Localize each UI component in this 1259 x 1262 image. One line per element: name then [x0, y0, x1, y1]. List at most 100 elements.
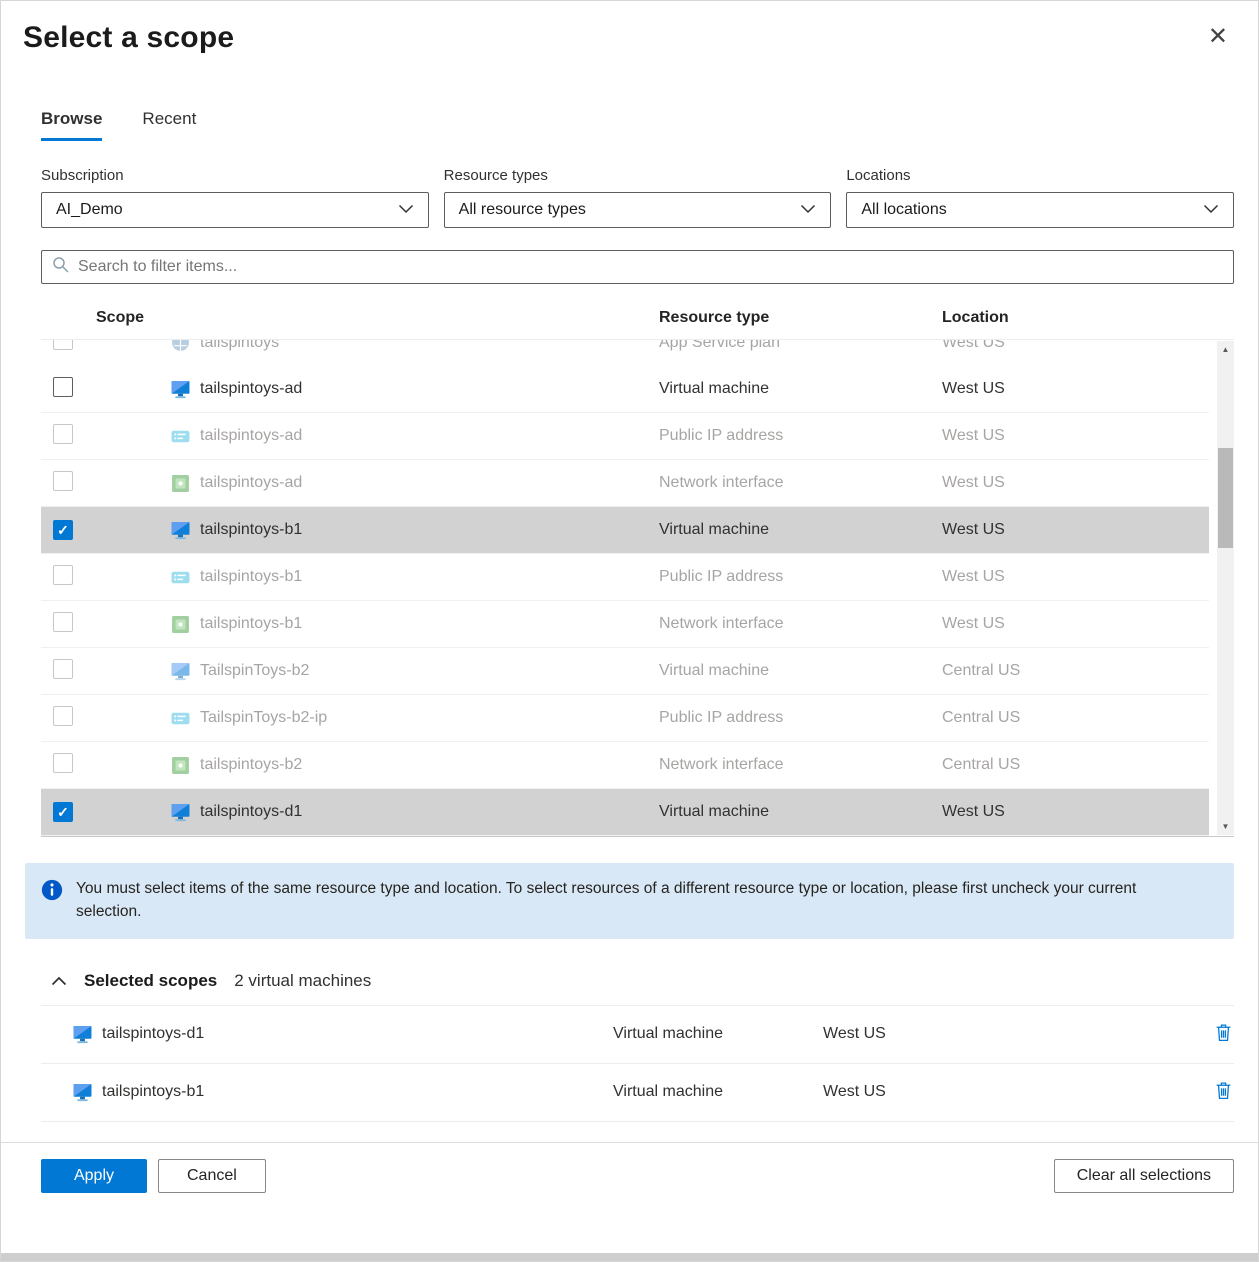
column-header-location: Location: [942, 309, 1234, 327]
column-header-scope: Scope: [41, 309, 659, 327]
table-row[interactable]: ✓ tailspintoys-b1 Public IP address West…: [41, 554, 1209, 601]
table-row[interactable]: ✓ tailspintoys-b1 Network interface West…: [41, 601, 1209, 648]
selected-scopes-header: Selected scopes 2 virtual machines: [49, 971, 1234, 991]
row-checkbox[interactable]: ✓: [53, 340, 73, 350]
scope-cell: tailspintoys-ad: [171, 427, 659, 446]
table-row[interactable]: ✓ TailspinToys-b2-ip Public IP address C…: [41, 695, 1209, 742]
row-checkbox[interactable]: ✓: [53, 471, 73, 491]
subscription-dropdown[interactable]: AI_Demo: [41, 192, 429, 228]
public-ip-address-icon: [171, 568, 190, 587]
scrollbar-up-arrow[interactable]: ▲: [1217, 341, 1234, 358]
checkbox-cell: ✓: [41, 802, 171, 822]
location-cell: West US: [942, 803, 1209, 821]
dialog-header: Select a scope ✕: [1, 1, 1258, 55]
checkbox-cell: ✓: [41, 612, 171, 637]
table-row[interactable]: ✓ tailspintoys-d1 Virtual machine West U…: [41, 789, 1209, 836]
resource-type-cell: Network interface: [659, 615, 942, 633]
table-scrollbar[interactable]: ▲ ▼: [1217, 341, 1234, 835]
search-box[interactable]: [41, 250, 1234, 284]
apply-button[interactable]: Apply: [41, 1159, 147, 1193]
locations-filter: Locations All locations: [846, 167, 1234, 228]
scope-name: tailspintoys-d1: [200, 803, 302, 821]
row-checkbox[interactable]: ✓: [53, 565, 73, 585]
scope-name: TailspinToys-b2-ip: [200, 709, 327, 727]
selected-scope-row: tailspintoys-d1 Virtual machine West US: [41, 1006, 1234, 1064]
table-row[interactable]: ✓ tailspintoys-ad Public IP address West…: [41, 413, 1209, 460]
location-cell: Central US: [942, 662, 1209, 680]
scope-cell: tailspintoys: [171, 340, 659, 352]
resource-type-cell: Public IP address: [659, 568, 942, 586]
info-banner-text: You must select items of the same resour…: [76, 878, 1206, 924]
subscription-label: Subscription: [41, 167, 429, 184]
table-row[interactable]: ✓ tailspintoys-ad Virtual machine West U…: [41, 366, 1209, 413]
delete-icon[interactable]: [1213, 1021, 1234, 1047]
close-icon[interactable]: ✕: [1208, 25, 1228, 49]
checkbox-cell: ✓: [41, 424, 171, 449]
selected-scope-name: tailspintoys-d1: [102, 1025, 204, 1043]
row-checkbox[interactable]: ✓: [53, 377, 73, 397]
table-row[interactable]: ✓ tailspintoys-b1 Virtual machine West U…: [41, 507, 1209, 554]
location-cell: West US: [942, 568, 1209, 586]
scope-name: tailspintoys: [200, 340, 279, 352]
virtual-machine-icon: [73, 1025, 92, 1044]
row-checkbox[interactable]: ✓: [53, 753, 73, 773]
tab-recent[interactable]: Recent: [142, 109, 196, 141]
scope-cell: tailspintoys-b1: [171, 521, 659, 540]
app-service-plan-icon: [171, 340, 190, 352]
search-icon: [52, 256, 69, 278]
chevron-up-icon[interactable]: [49, 974, 69, 988]
resource-types-label: Resource types: [444, 167, 832, 184]
scope-name: tailspintoys-b2: [200, 756, 302, 774]
scrollbar-thumb[interactable]: [1218, 448, 1233, 548]
tab-bar: Browse Recent: [41, 109, 1258, 141]
resource-type-cell: Public IP address: [659, 427, 942, 445]
scope-table-body: ✓ tailspintoys-ad Virtual machine West U…: [41, 366, 1209, 836]
row-checkbox[interactable]: ✓: [53, 520, 73, 540]
cancel-button[interactable]: Cancel: [158, 1159, 266, 1193]
checkbox-cell: ✓: [41, 340, 171, 355]
checkbox-cell: ✓: [41, 377, 171, 402]
page-bottom-scrollbar[interactable]: [1, 1253, 1258, 1261]
table-row[interactable]: ✓ tailspintoys-ad Network interface West…: [41, 460, 1209, 507]
info-icon: [41, 879, 63, 906]
scope-name: TailspinToys-b2: [200, 662, 309, 680]
table-header: Scope Resource type Location: [41, 296, 1234, 340]
table-row[interactable]: ✓ tailspintoys App Service plan West US: [41, 340, 1209, 366]
selected-scope-row: tailspintoys-b1 Virtual machine West US: [41, 1064, 1234, 1122]
search-input[interactable]: [78, 258, 1223, 276]
tab-browse[interactable]: Browse: [41, 109, 102, 141]
checkbox-cell: ✓: [41, 565, 171, 590]
scope-cell: TailspinToys-b2: [171, 662, 659, 681]
delete-icon[interactable]: [1213, 1079, 1234, 1105]
chevron-down-icon: [1203, 201, 1219, 219]
scope-cell: tailspintoys-ad: [171, 380, 659, 399]
partial-row-clip: ✓ tailspintoys App Service plan West US: [41, 340, 1209, 366]
scrollbar-track[interactable]: [1217, 358, 1234, 818]
row-checkbox[interactable]: ✓: [53, 424, 73, 444]
checkmark-icon: ✓: [57, 804, 69, 821]
virtual-machine-icon: [171, 521, 190, 540]
page-title: Select a scope: [23, 21, 234, 54]
scope-table: Scope Resource type Location ✓ tailspint…: [41, 296, 1234, 837]
column-header-resource-type: Resource type: [659, 309, 942, 327]
virtual-machine-icon: [171, 662, 190, 681]
resource-types-dropdown[interactable]: All resource types: [444, 192, 832, 228]
scrollbar-down-arrow[interactable]: ▼: [1217, 818, 1234, 835]
row-checkbox[interactable]: ✓: [53, 802, 73, 822]
resource-type-cell: App Service plan: [659, 340, 942, 352]
location-cell: West US: [942, 521, 1209, 539]
scope-name: tailspintoys-b1: [200, 615, 302, 633]
network-interface-icon: [171, 615, 190, 634]
scope-name: tailspintoys-ad: [200, 474, 302, 492]
table-row[interactable]: ✓ TailspinToys-b2 Virtual machine Centra…: [41, 648, 1209, 695]
locations-dropdown[interactable]: All locations: [846, 192, 1234, 228]
row-checkbox[interactable]: ✓: [53, 706, 73, 726]
resource-type-cell: Network interface: [659, 474, 942, 492]
row-checkbox[interactable]: ✓: [53, 612, 73, 632]
virtual-machine-icon: [73, 1083, 92, 1102]
table-row[interactable]: ✓ tailspintoys-b2 Network interface Cent…: [41, 742, 1209, 789]
row-checkbox[interactable]: ✓: [53, 659, 73, 679]
clear-all-selections-button[interactable]: Clear all selections: [1054, 1159, 1234, 1193]
location-cell: West US: [942, 474, 1209, 492]
resource-types-filter: Resource types All resource types: [444, 167, 832, 228]
